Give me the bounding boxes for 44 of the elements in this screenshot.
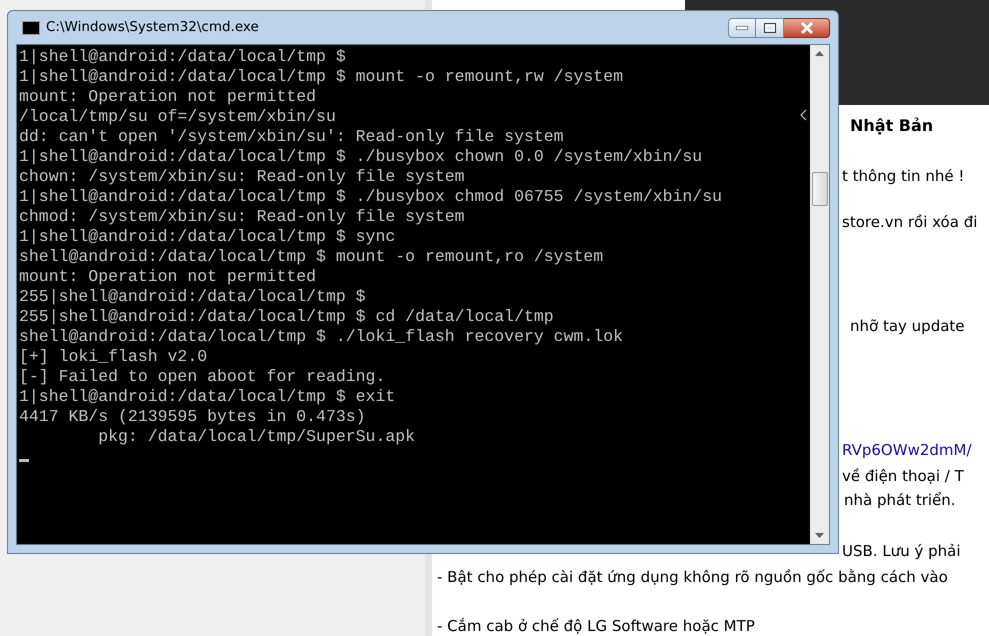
article-heading: Nhật Bản xyxy=(850,117,934,135)
scrollbar[interactable] xyxy=(810,45,829,544)
scroll-up-icon xyxy=(815,51,824,56)
article-text: USB. Lưu ý phải xyxy=(842,542,962,560)
console-line: 1|shell@android:/data/local/tmp $ sync xyxy=(19,227,396,247)
console-app-icon xyxy=(22,20,40,34)
list-item: - Cắm cab ở chế độ LG Software hoặc MTP xyxy=(437,617,756,635)
console-line: shell@android:/data/local/tmp $ mount -o remount,ro /system xyxy=(19,247,604,267)
maximize-icon xyxy=(764,22,776,32)
console-line: 255|shell@android:/data/local/tmp $ cd /data/local/tmp xyxy=(19,307,554,327)
console-line: 1|shell@android:/data/local/tmp $ xyxy=(19,47,346,67)
article-text: store.vn rồi xóa đi xyxy=(842,213,978,231)
maximize-button[interactable] xyxy=(756,18,784,38)
console-line: /local/tmp/su of=/system/xbin/su xyxy=(19,107,336,127)
list-item: - Bật cho phép cài đặt ứng dụng không rõ nguồn gốc bằng cách vào xyxy=(437,568,949,586)
console-line: 1|shell@android:/data/local/tmp $ ./busybox chown 0.0 /system/xbin/su xyxy=(19,147,702,167)
console-line: 255|shell@android:/data/local/tmp $ xyxy=(19,287,366,307)
text-cursor xyxy=(19,459,29,462)
article-text: t thông tin nhé ! xyxy=(842,167,966,185)
article-link[interactable]: RVp6OWw2dmM/ xyxy=(842,441,972,459)
console-line: chown: /system/xbin/su: Read-only file system xyxy=(19,167,465,187)
console-line: 1|shell@android:/data/local/tmp $ mount -o remount,rw /system xyxy=(19,67,623,87)
console-line: 1|shell@android:/data/local/tmp $ ./busybox chmod 06755 /system/xbin/su xyxy=(19,187,722,207)
console-line: shell@android:/data/local/tmp $ ./loki_flash recovery cwm.lok xyxy=(19,327,623,347)
close-icon xyxy=(800,22,814,34)
console-line: 1|shell@android:/data/local/tmp $ exit xyxy=(19,387,396,407)
console-line: pkg: /data/local/tmp/SuperSu.apk xyxy=(97,427,416,447)
close-button[interactable] xyxy=(784,18,830,38)
article-text: nhỡ tay update xyxy=(850,317,966,335)
console-line: 4417 KB/s (2139595 bytes in 0.473s) xyxy=(19,407,366,427)
chevron-left-icon xyxy=(799,109,807,121)
minimize-icon xyxy=(736,26,748,30)
console-line: chmod: /system/xbin/su: Read-only file system xyxy=(19,207,465,227)
minimize-button[interactable] xyxy=(728,18,756,38)
article-text: về điện thoại / T xyxy=(842,467,965,485)
console-line: [-] Failed to open aboot for reading. xyxy=(19,367,386,387)
article-text: nhà phát triển. xyxy=(844,491,957,509)
console-line: mount: Operation not permitted xyxy=(19,87,316,107)
scroll-down-icon xyxy=(815,533,824,538)
console-line: [+] loki_flash v2.0 xyxy=(19,347,208,367)
console-line: mount: Operation not permitted xyxy=(19,267,316,287)
scroll-thumb[interactable] xyxy=(812,172,828,206)
window-title: C:\Windows\System32\cmd.exe xyxy=(46,18,259,38)
console-line: dd: can't open '/system/xbin/su': Read-only file system xyxy=(19,127,564,147)
